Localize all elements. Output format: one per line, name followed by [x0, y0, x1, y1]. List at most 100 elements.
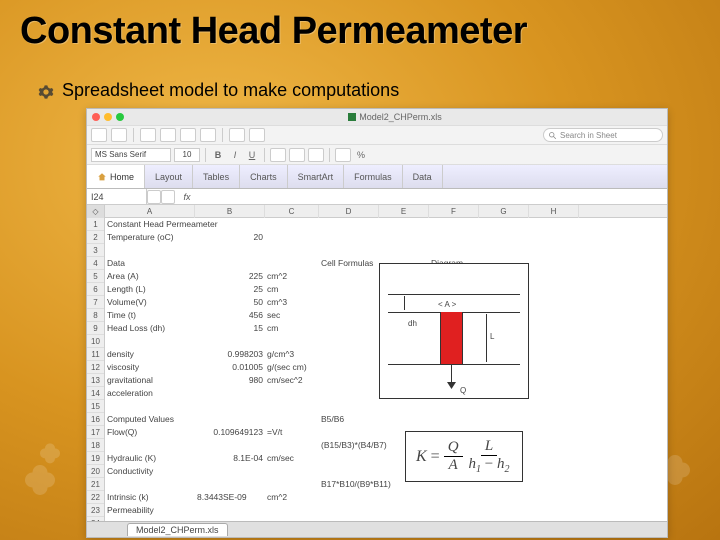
tab-smartart[interactable]: SmartArt [288, 165, 345, 188]
cell-A23[interactable]: Permeability [107, 504, 154, 517]
font-select[interactable]: MS Sans Serif [91, 148, 171, 162]
row-header[interactable]: 8 [87, 309, 104, 322]
cell-A12[interactable]: viscosity [107, 361, 139, 374]
cell-A11[interactable]: density [107, 348, 134, 361]
tab-formulas[interactable]: Formulas [344, 165, 403, 188]
cell-A7[interactable]: Volume(V) [107, 296, 147, 309]
row-header[interactable]: 9 [87, 322, 104, 335]
row-header[interactable]: 1 [87, 218, 104, 231]
cell-A9[interactable]: Head Loss (dh) [107, 322, 165, 335]
cut-button[interactable] [140, 128, 156, 142]
cell-A20[interactable]: Conductivity [107, 465, 153, 478]
col-header[interactable]: C [265, 205, 319, 218]
col-header[interactable]: G [479, 205, 529, 218]
row-header[interactable]: 16 [87, 413, 104, 426]
search-input[interactable]: Search in Sheet [543, 128, 663, 142]
undo-button[interactable] [229, 128, 245, 142]
italic-button[interactable]: I [228, 148, 242, 162]
cell-B7[interactable]: 50 [197, 296, 263, 309]
cell-C8[interactable]: sec [267, 309, 280, 322]
row-header[interactable]: 23 [87, 504, 104, 517]
row-header[interactable]: 17 [87, 426, 104, 439]
cell-D4[interactable]: Cell Formulas [321, 257, 373, 270]
name-box[interactable]: I24 [87, 189, 147, 204]
print-button[interactable] [111, 128, 127, 142]
row-header[interactable]: 14 [87, 387, 104, 400]
cell-C6[interactable]: cm [267, 283, 278, 296]
row-header[interactable]: 20 [87, 465, 104, 478]
fx-button2[interactable] [161, 190, 175, 204]
col-header[interactable]: B [195, 205, 265, 218]
cell-B8[interactable]: 456 [197, 309, 263, 322]
cell-C22[interactable]: cm^2 [267, 491, 287, 504]
cell-C9[interactable]: cm [267, 322, 278, 335]
cell-A16[interactable]: Computed Values [107, 413, 174, 426]
cell-A8[interactable]: Time (t) [107, 309, 136, 322]
min-dot[interactable] [104, 113, 112, 121]
cell-B2[interactable]: 20 [197, 231, 263, 244]
cell-B22[interactable]: 8.3443SE-09 [197, 491, 247, 504]
cell-A19[interactable]: Hydraulic (K) [107, 452, 156, 465]
row-header[interactable]: 13 [87, 374, 104, 387]
cell-A1[interactable]: Constant Head Permeameter [107, 218, 218, 231]
cell-D21[interactable]: B17*B10/(B9*B11) [321, 478, 391, 491]
row-header[interactable]: 2 [87, 231, 104, 244]
cell-A13[interactable]: gravitational [107, 374, 153, 387]
currency-button[interactable] [335, 148, 351, 162]
tab-layout[interactable]: Layout [145, 165, 193, 188]
align-right-button[interactable] [308, 148, 324, 162]
cell-A2[interactable]: Temperature (oC) [107, 231, 174, 244]
sheet-tab[interactable]: Model2_CHPerm.xls [127, 523, 228, 536]
cell-B9[interactable]: 15 [197, 322, 263, 335]
cell-A22[interactable]: Intrinsic (k) [107, 491, 149, 504]
cell-A6[interactable]: Length (L) [107, 283, 146, 296]
cell-A4[interactable]: Data [107, 257, 125, 270]
cell-B19[interactable]: 8.1E-04 [197, 452, 263, 465]
row-header[interactable]: 5 [87, 270, 104, 283]
cell-B11[interactable]: 0.998203 [197, 348, 263, 361]
row-header[interactable]: 4 [87, 257, 104, 270]
paste-button[interactable] [180, 128, 196, 142]
col-header[interactable]: A [105, 205, 195, 218]
cell-B17[interactable]: 0.109649123 [197, 426, 263, 439]
row-header[interactable]: 15 [87, 400, 104, 413]
row-header[interactable]: 21 [87, 478, 104, 491]
spreadsheet-grid[interactable]: ◇ 12345678910111213141516171819202122232… [87, 205, 667, 521]
cell-C11[interactable]: g/cm^3 [267, 348, 294, 361]
cell-A5[interactable]: Area (A) [107, 270, 139, 283]
row-header[interactable]: 6 [87, 283, 104, 296]
size-select[interactable]: 10 [174, 148, 200, 162]
tab-charts[interactable]: Charts [240, 165, 288, 188]
bold-button[interactable]: B [211, 148, 225, 162]
cell-C13[interactable]: cm/sec^2 [267, 374, 303, 387]
col-header[interactable]: E [379, 205, 429, 218]
row-header[interactable]: 7 [87, 296, 104, 309]
fx-button[interactable] [147, 190, 161, 204]
cell-B13[interactable]: 980 [197, 374, 263, 387]
align-left-button[interactable] [270, 148, 286, 162]
close-dot[interactable] [92, 113, 100, 121]
underline-button[interactable]: U [245, 148, 259, 162]
row-header[interactable]: 22 [87, 491, 104, 504]
format-painter-button[interactable] [200, 128, 216, 142]
cell-C12[interactable]: g/(sec cm) [267, 361, 307, 374]
row-header[interactable]: 19 [87, 452, 104, 465]
cell-C19[interactable]: cm/sec [267, 452, 294, 465]
copy-button[interactable] [160, 128, 176, 142]
cell-D16[interactable]: B5/B6 [321, 413, 344, 426]
tab-data[interactable]: Data [403, 165, 443, 188]
cell-B6[interactable]: 25 [197, 283, 263, 296]
row-header[interactable]: 10 [87, 335, 104, 348]
align-center-button[interactable] [289, 148, 305, 162]
row-header[interactable]: 3 [87, 244, 104, 257]
max-dot[interactable] [116, 113, 124, 121]
row-header[interactable]: 12 [87, 361, 104, 374]
cell-A17[interactable]: Flow(Q) [107, 426, 137, 439]
cell-C5[interactable]: cm^2 [267, 270, 287, 283]
tab-tables[interactable]: Tables [193, 165, 240, 188]
cell-C7[interactable]: cm^3 [267, 296, 287, 309]
col-header[interactable]: F [429, 205, 479, 218]
col-header[interactable]: H [529, 205, 579, 218]
cell-D18[interactable]: (B15/B3)*(B4/B7) [321, 439, 387, 452]
cell-B5[interactable]: 225 [197, 270, 263, 283]
